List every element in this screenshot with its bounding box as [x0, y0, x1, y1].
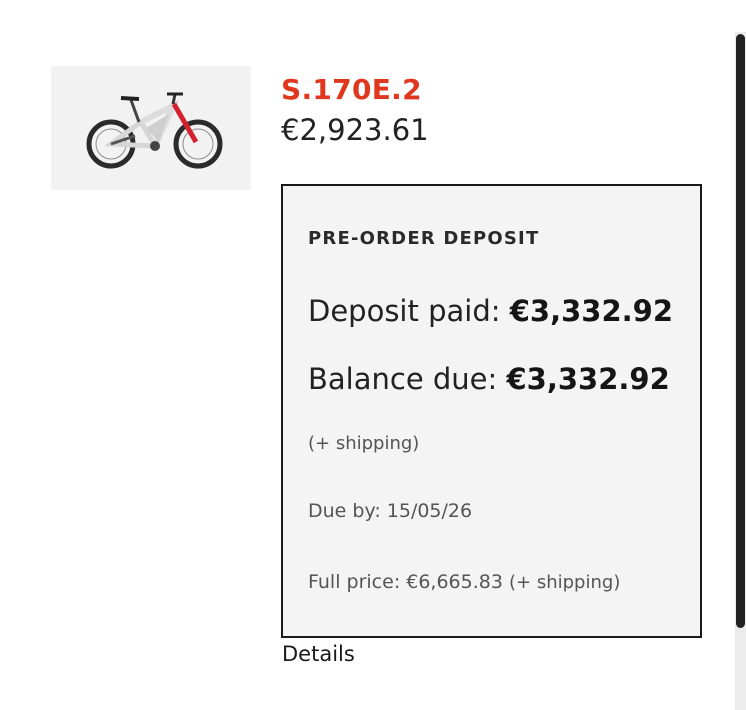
- full-price-shipping-note: (+ shipping): [509, 572, 621, 593]
- full-price-row: Full price: €6,665.83 (+ shipping): [308, 571, 620, 593]
- balance-due-label: Balance due:: [308, 362, 498, 396]
- due-by-date: Due by: 15/05/26: [308, 500, 473, 522]
- details-link[interactable]: Details: [282, 642, 355, 666]
- balance-due-value: €3,332.92: [506, 362, 670, 396]
- scrollbar-thumb[interactable]: [736, 34, 745, 628]
- shipping-note: (+ shipping): [308, 433, 420, 454]
- product-info: S.170E.2 €2,923.61: [281, 70, 705, 150]
- product-image[interactable]: [51, 66, 251, 190]
- deposit-paid-label: Deposit paid:: [308, 294, 501, 328]
- preorder-deposit-panel: PRE-ORDER DEPOSIT Deposit paid: €3,332.9…: [281, 184, 702, 638]
- cart-line-item: S.170E.2 €2,923.61 PRE-ORDER DEPOSIT Dep…: [0, 0, 746, 710]
- e-mountain-bike-icon: [86, 92, 223, 169]
- deposit-heading: PRE-ORDER DEPOSIT: [308, 228, 540, 249]
- full-price-label: Full price: €6,665.83: [308, 571, 503, 593]
- deposit-paid-value: €3,332.92: [509, 294, 673, 328]
- product-name[interactable]: S.170E.2: [281, 70, 705, 110]
- product-price: €2,923.61: [281, 113, 429, 147]
- deposit-paid-row: Deposit paid: €3,332.92: [308, 294, 673, 328]
- balance-due-row: Balance due: €3,332.92: [308, 362, 670, 396]
